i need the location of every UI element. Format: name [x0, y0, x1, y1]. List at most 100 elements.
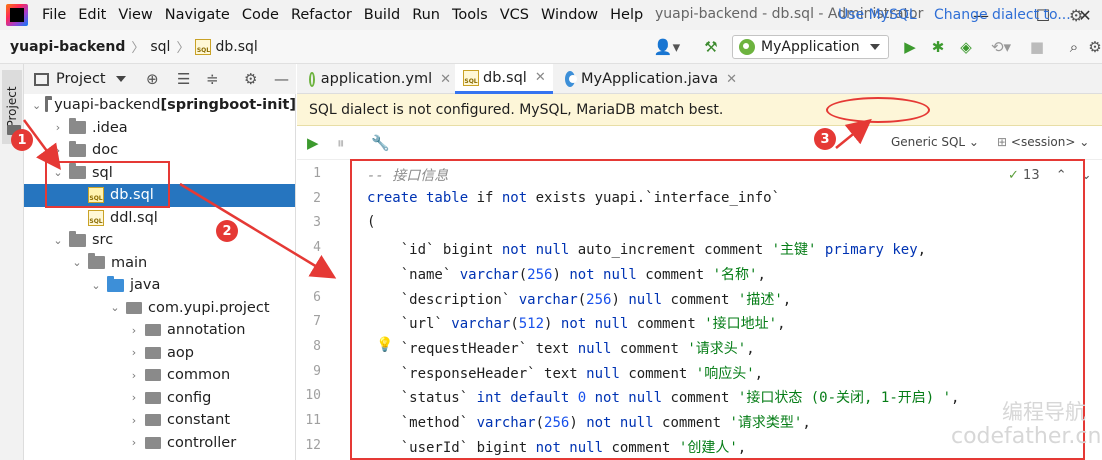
project-view-selector[interactable]: Project	[34, 71, 126, 87]
menu-navigate[interactable]: Navigate	[159, 7, 236, 23]
breadcrumb-project[interactable]: yuapi-backend	[10, 39, 125, 55]
gear-icon[interactable]: ⚙	[244, 70, 257, 88]
tree-item[interactable]: ⌄ main	[24, 252, 295, 275]
chevron-down-icon[interactable]: ⌄	[32, 99, 41, 112]
tree-item-label: ddl.sql	[110, 209, 158, 226]
tree-item[interactable]: › common	[24, 364, 295, 387]
settings-icon[interactable]: ⚙	[1088, 36, 1102, 58]
menu-window[interactable]: Window	[535, 7, 604, 23]
profiler-icon[interactable]: ⟲▾	[984, 36, 1018, 58]
tab-db-sql[interactable]: SQL db.sql ✕	[455, 64, 553, 94]
tree-item-label: annotation	[167, 322, 246, 339]
line-number: 9	[313, 363, 321, 379]
tree-item[interactable]: › constant	[24, 409, 295, 432]
menu-vcs[interactable]: VCS	[494, 7, 535, 23]
breadcrumb-file[interactable]: db.sql	[215, 39, 257, 55]
menu-build[interactable]: Build	[358, 7, 406, 23]
run-icon[interactable]: ▶	[900, 36, 920, 58]
breadcrumb-folder[interactable]: sql	[150, 39, 170, 55]
tree-item[interactable]: ⌄ com.yupi.project	[24, 297, 295, 320]
folder-icon	[69, 140, 86, 157]
session-dropdown[interactable]: ⊞ <session> ⌄	[997, 135, 1089, 149]
menu-tools[interactable]: Tools	[446, 7, 494, 23]
tab-myapplication-java[interactable]: MyApplication.java ✕	[557, 64, 737, 94]
package-icon	[145, 414, 161, 427]
package-icon	[145, 324, 161, 337]
menu-view[interactable]: View	[112, 7, 158, 23]
chevron-right-icon[interactable]: ›	[127, 414, 141, 427]
chevron-right-icon[interactable]: ›	[127, 436, 141, 449]
left-tool-stripe: Project	[0, 64, 24, 460]
tree-item[interactable]: › controller	[24, 432, 295, 455]
line-number: 11	[305, 413, 321, 428]
tree-item[interactable]: › doc	[24, 139, 295, 162]
menu-edit[interactable]: Edit	[72, 7, 112, 23]
stop-icon[interactable]: ■	[1028, 36, 1046, 58]
close-tab-icon[interactable]: ✕	[440, 72, 451, 87]
user-account-icon[interactable]: 👤▾	[652, 36, 682, 58]
tree-item[interactable]: ⌄ yuapi-backend [springboot-init]	[24, 94, 296, 117]
tree-item[interactable]: › config	[24, 387, 295, 410]
menu-code[interactable]: Code	[236, 7, 285, 23]
menu-file[interactable]: File	[36, 7, 72, 23]
chevron-down-icon[interactable]: ⌄	[89, 279, 103, 292]
tree-item[interactable]: SQL ddl.sql	[24, 207, 295, 230]
wrench-icon[interactable]: 🔧	[371, 134, 390, 152]
close-tab-icon[interactable]: ✕	[535, 70, 546, 85]
sql-dialect-dropdown[interactable]: Generic SQL ⌄	[891, 135, 979, 149]
run-configuration-label: MyApplication	[761, 39, 860, 55]
tree-item-label: .idea	[92, 119, 128, 136]
source-folder-icon	[107, 275, 124, 292]
tab-application-yml[interactable]: application.yml ✕	[301, 64, 451, 94]
chevron-right-icon[interactable]: ›	[51, 121, 65, 134]
chevron-down-icon	[115, 76, 126, 82]
hide-panel-icon[interactable]: —	[274, 70, 289, 88]
execute-icon[interactable]: ▶	[307, 134, 319, 152]
tree-item-label: src	[92, 232, 114, 249]
use-mysql-link[interactable]: Use MySQL	[838, 7, 917, 23]
module-folder-icon	[45, 95, 52, 112]
tree-item[interactable]: ⌄ java	[24, 274, 295, 297]
run-configuration-dropdown[interactable]: MyApplication	[732, 35, 889, 59]
close-tab-icon[interactable]: ✕	[726, 72, 737, 87]
breadcrumb-separator-icon: 〉	[131, 41, 145, 56]
tree-item[interactable]: › aop	[24, 342, 295, 365]
tree-item-label: com.yupi.project	[148, 299, 270, 316]
debug-bug-icon[interactable]: ✱	[928, 36, 948, 58]
search-icon[interactable]: ⌕	[1064, 36, 1084, 58]
chevron-right-icon[interactable]: ›	[127, 391, 141, 404]
line-number: 10	[305, 388, 321, 404]
chevron-right-icon[interactable]: ›	[127, 346, 141, 359]
line-number: 2	[313, 190, 321, 206]
gear-icon[interactable]: ⚙	[1069, 6, 1083, 25]
transaction-icon[interactable]: ⏸	[337, 134, 345, 152]
locate-file-icon[interactable]: ⊕	[146, 70, 159, 88]
build-hammer-icon[interactable]: ⚒	[700, 36, 722, 58]
package-icon	[126, 301, 142, 314]
chevron-right-icon[interactable]: ›	[127, 324, 141, 337]
tree-item-label: controller	[167, 434, 237, 451]
expand-all-icon[interactable]: ☰	[177, 70, 190, 88]
coverage-icon[interactable]: ◈	[956, 36, 976, 58]
chevron-down-icon[interactable]: ⌄	[70, 256, 84, 269]
change-dialect-link[interactable]: Change dialect to...	[934, 7, 1071, 23]
tree-item[interactable]: › annotation	[24, 319, 295, 342]
tree-item[interactable]: ⌄ src	[24, 229, 295, 252]
menu-refactor[interactable]: Refactor	[285, 7, 358, 23]
chevron-down-icon	[870, 44, 880, 50]
tree-item-label: main	[111, 254, 148, 271]
chevron-down-icon[interactable]: ⌄	[108, 301, 122, 314]
menu-help[interactable]: Help	[604, 7, 649, 23]
tree-item[interactable]: › .idea	[24, 117, 295, 140]
chevron-down-icon[interactable]: ⌄	[51, 234, 65, 247]
folder-icon	[69, 118, 86, 135]
collapse-all-icon[interactable]: ≑	[206, 70, 219, 88]
chevron-right-icon[interactable]: ›	[51, 144, 65, 157]
spring-config-icon	[309, 71, 315, 87]
chevron-right-icon[interactable]: ›	[127, 369, 141, 382]
tree-item-module-name: [springboot-init]	[160, 97, 296, 114]
menu-run[interactable]: Run	[406, 7, 446, 23]
package-icon	[145, 391, 161, 404]
line-number: 5	[313, 264, 321, 280]
folder-icon	[69, 230, 86, 247]
